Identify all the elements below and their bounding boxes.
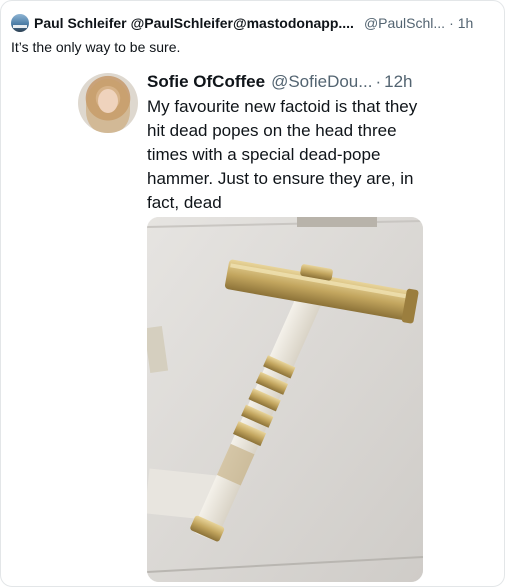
separator: ·	[375, 72, 382, 91]
handle-full[interactable]: @PaulSchleifer@mastodonapp....	[131, 15, 354, 31]
handle-short[interactable]: @PaulSchl...	[364, 15, 445, 31]
display-name[interactable]: Paul Schleifer	[34, 15, 127, 31]
display-name[interactable]: Sofie OfCoffee	[147, 72, 265, 92]
handle[interactable]: @SofieDou...	[271, 72, 372, 92]
quoted-post[interactable]: Sofie OfCoffee @SofieDou... · 12h My fav…	[73, 65, 433, 582]
timestamp[interactable]: 12h	[384, 72, 412, 92]
timestamp[interactable]: 1h	[458, 15, 474, 31]
post-text: It’s the only way to be sure.	[11, 39, 181, 55]
hammer-photo	[147, 217, 423, 582]
avatar[interactable]	[78, 73, 138, 133]
quoted-post-image[interactable]	[147, 217, 423, 582]
post-card[interactable]: Paul Schleifer @PaulSchleifer@mastodonap…	[0, 0, 505, 587]
quoted-post-text: My favourite new factoid is that they hi…	[147, 97, 418, 212]
quoted-post-header: Sofie OfCoffee @SofieDou... · 12h	[147, 71, 433, 93]
separator: ·	[449, 15, 454, 31]
avatar[interactable]	[11, 14, 29, 32]
outer-post-header: Paul Schleifer @PaulSchleifer@mastodonap…	[11, 13, 494, 33]
